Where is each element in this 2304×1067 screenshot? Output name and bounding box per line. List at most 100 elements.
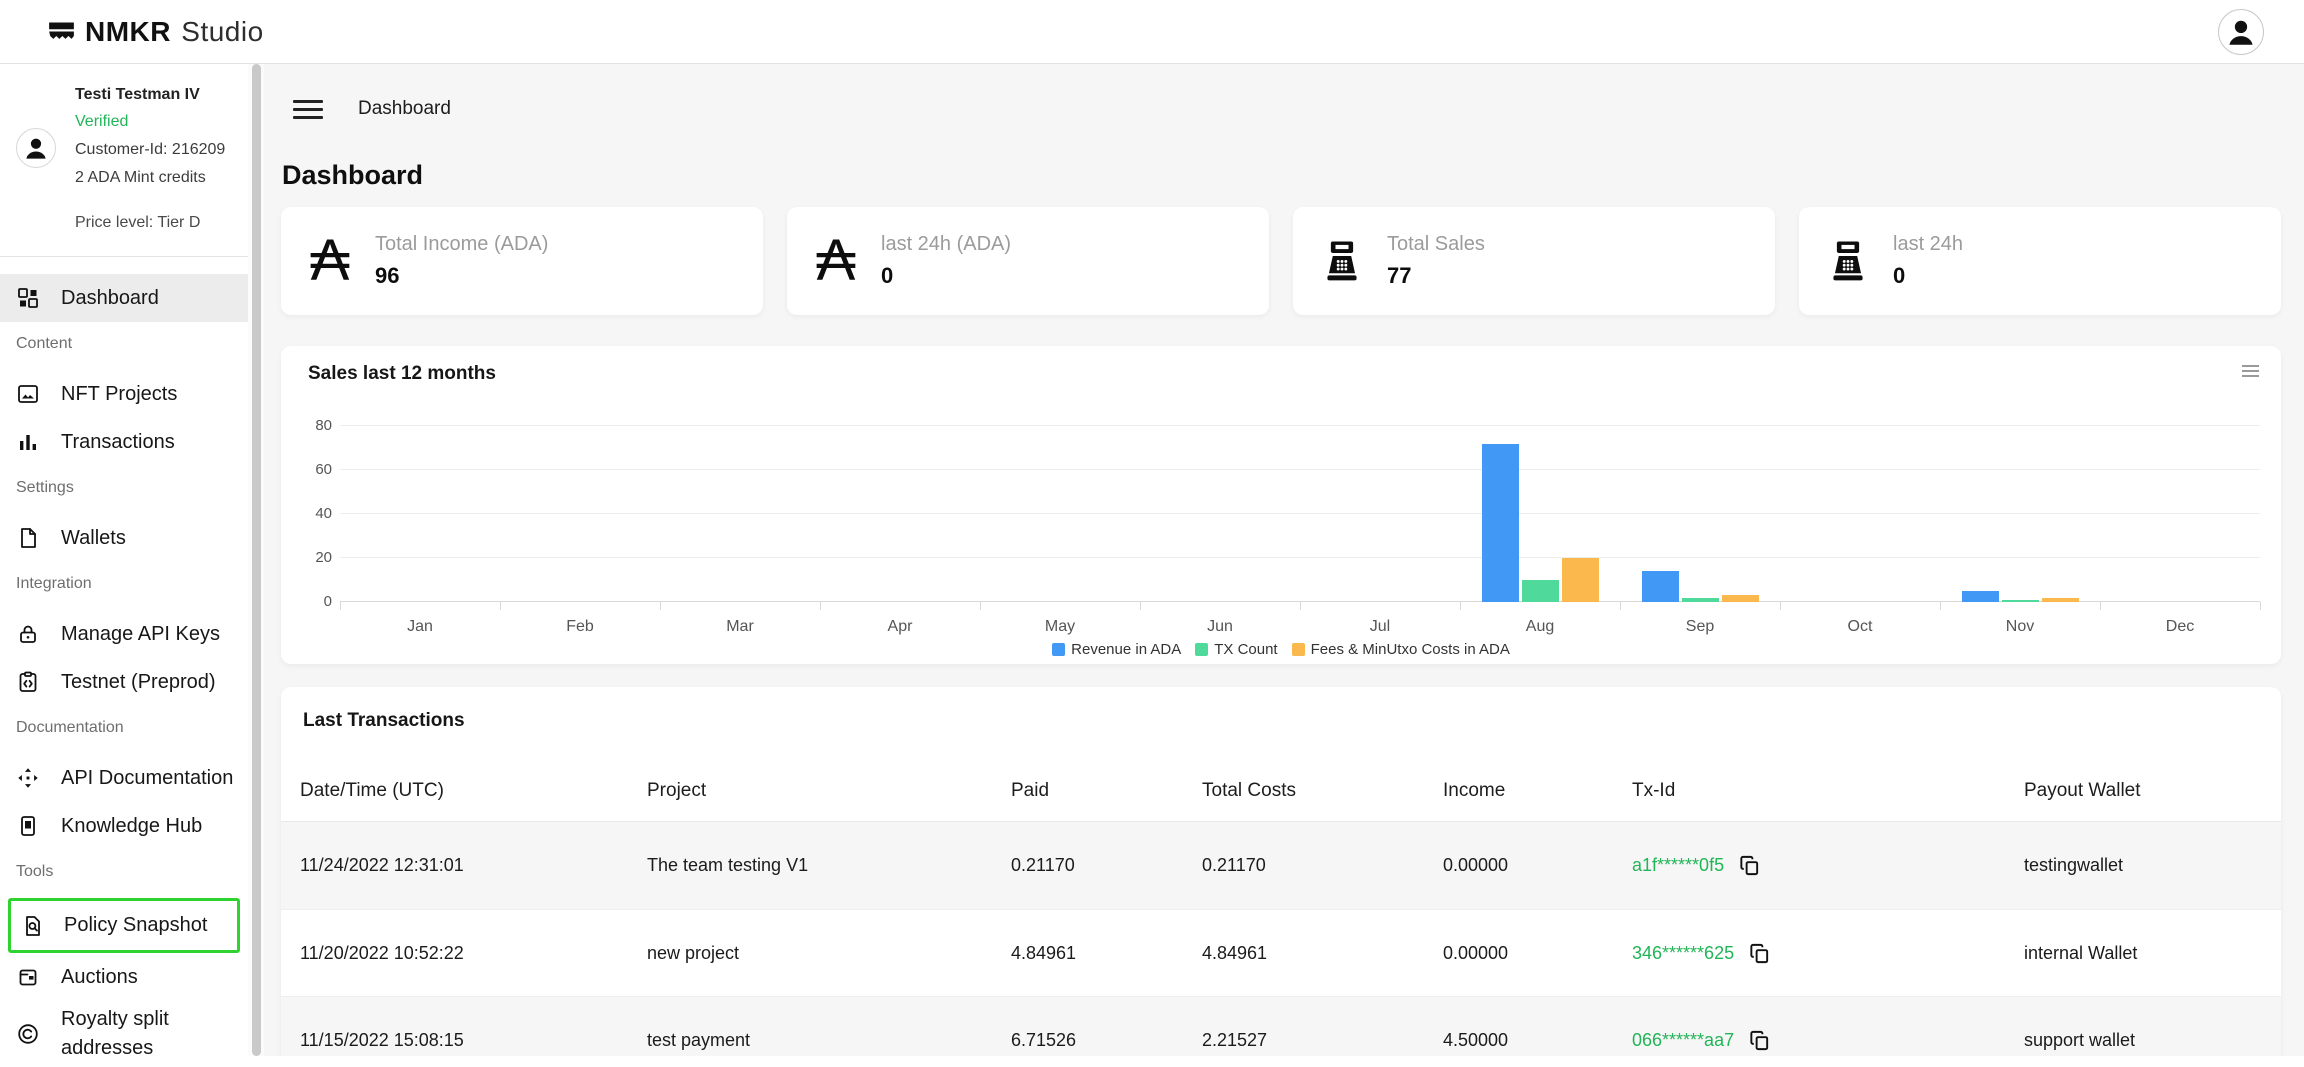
y-axis-label: 80 [294,417,332,434]
move-icon [16,766,40,790]
stat-card-total-sales: Total Sales 77 [1293,207,1775,315]
copy-icon[interactable] [1748,1029,1771,1052]
cell-tx-id: a1f******0f5 [1632,854,2024,877]
nmkr-logo-icon [48,18,75,45]
column-header-total-costs: Total Costs [1202,780,1443,802]
nav-section-documentation: Documentation [16,718,248,738]
bar-group-jul [1300,411,1460,602]
nav-section-content: Content [16,334,248,354]
sidebar-item-transactions[interactable]: Transactions [0,418,248,466]
sidebar-item-label: Knowledge Hub [61,815,202,838]
sidebar-item-label: Auctions [61,966,138,989]
cell-payout-wallet: support wallet [2024,1030,2261,1051]
tx-id-link[interactable]: 346******625 [1632,943,1734,964]
user-avatar[interactable] [2218,9,2264,55]
table-row[interactable]: 11/20/2022 10:52:22new project4.849614.8… [281,909,2281,996]
image-icon [16,382,40,406]
x-axis-tick [340,602,341,610]
bar-sep-revenue-in-ada[interactable] [1642,571,1679,602]
legend-swatch [1292,643,1305,656]
mint-credits: 2 ADA Mint credits [75,169,225,187]
copy-icon[interactable] [1748,942,1771,965]
cell-project: new project [647,943,1011,964]
sidebar-item-api-documentation[interactable]: API Documentation [0,754,248,802]
bar-sep-tx-count[interactable] [1682,598,1719,602]
legend-swatch [1052,643,1065,656]
ada-icon: ₳ [302,232,358,290]
verified-status: Verified [75,113,225,131]
policy-snapshot-icon [21,914,45,938]
sidebar-item-auctions[interactable]: Auctions [0,953,248,1001]
month-label-mar: Mar [660,618,820,636]
chart-legend: Revenue in ADATX CountFees & MinUtxo Cos… [281,641,2281,658]
bar-aug-revenue-in-ada[interactable] [1482,444,1519,602]
sidebar-item-dashboard[interactable]: Dashboard [0,274,248,322]
sidebar-item-policy-snapshot[interactable]: Policy Snapshot [8,898,240,953]
column-header-tx-id: Tx-Id [1632,780,2024,802]
stat-value: 77 [1387,263,1485,289]
chart-x-axis-labels: JanFebMarAprMayJunJulAugSepOctNovDec [340,618,2260,636]
bar-group-oct [1780,411,1940,602]
lock-icon [16,622,40,646]
month-label-may: May [980,618,1140,636]
cell-income: 4.50000 [1443,1030,1632,1051]
bar-nov-revenue-in-ada[interactable] [1962,591,1999,602]
sidebar-item-label: Testnet (Preprod) [61,671,216,694]
sidebar-item-royalty-split-addresses[interactable]: Royalty split addresses [0,1001,248,1067]
x-axis-tick [980,602,981,610]
stat-card-last-24h: last 24h0 [1799,207,2281,315]
month-label-sep: Sep [1620,618,1780,636]
x-axis-tick [2260,602,2261,610]
sidebar-item-wallets[interactable]: Wallets [0,514,248,562]
bar-group-aug [1460,411,1620,602]
cell-income: 0.00000 [1443,943,1632,964]
x-axis-tick [1140,602,1141,610]
user-block: Testi Testman IV Verified Customer-Id: 2… [0,64,248,232]
stat-label: Total Income (ADA) [375,233,548,256]
sidebar-item-label: NFT Projects [61,383,177,406]
cell-datetime: 11/24/2022 12:31:01 [300,855,647,876]
y-axis-label: 0 [294,593,332,610]
month-label-apr: Apr [820,618,980,636]
menu-toggle-icon[interactable] [293,95,323,124]
wallet-icon [16,965,40,989]
bar-group-apr [820,411,980,602]
copy-icon[interactable] [1738,854,1761,877]
bar-sep-fees-minutxo-costs-in-ada[interactable] [1722,595,1759,602]
sidebar-item-label: Royalty split addresses [61,1005,211,1063]
month-label-jun: Jun [1140,618,1300,636]
bar-nov-tx-count[interactable] [2002,600,2039,602]
chart-menu-icon[interactable] [2242,362,2259,380]
brand-name: NMKR [85,16,171,47]
chart-title: Sales last 12 months [308,363,496,385]
cash-register-icon [1314,238,1370,284]
bar-aug-fees-minutxo-costs-in-ada[interactable] [1562,558,1599,602]
breadcrumb-bar: Dashboard [281,95,2281,123]
sidebar-item-testnet-preprod-[interactable]: Testnet (Preprod) [0,658,248,706]
table-row[interactable]: 11/24/2022 12:31:01The team testing V10.… [281,822,2281,909]
column-header-payout-wallet: Payout Wallet [2024,780,2261,802]
stat-card-total-income-ada-: ₳Total Income (ADA)96 [281,207,763,315]
x-axis-tick [1300,602,1301,610]
table-row[interactable]: 11/15/2022 15:08:15test payment6.715262.… [281,996,2281,1056]
bar-nov-fees-minutxo-costs-in-ada[interactable] [2042,598,2079,602]
month-label-nov: Nov [1940,618,2100,636]
x-axis-tick [1460,602,1461,610]
sidebar-item-knowledge-hub[interactable]: Knowledge Hub [0,802,248,850]
sidebar-item-label: Wallets [61,527,126,550]
sidebar-item-nft-projects[interactable]: NFT Projects [0,370,248,418]
legend-item-fees-minutxo-costs-in-ada: Fees & MinUtxo Costs in ADA [1292,641,1510,658]
tx-id-link[interactable]: a1f******0f5 [1632,855,1724,876]
sidebar-scrollbar[interactable] [248,64,264,1056]
bar-aug-tx-count[interactable] [1522,580,1559,602]
x-axis-tick [1620,602,1621,610]
app-logo[interactable]: NMKR Studio [48,16,264,48]
nav-section-integration: Integration [16,574,248,594]
tx-id-link[interactable]: 066******aa7 [1632,1030,1734,1051]
sidebar-item-manage-api-keys[interactable]: Manage API Keys [0,610,248,658]
nav-section-tools: Tools [16,862,248,882]
sidebar-avatar [16,128,56,168]
y-axis-label: 20 [294,549,332,566]
stat-label: Total Sales [1387,233,1485,256]
bar-group-feb [500,411,660,602]
